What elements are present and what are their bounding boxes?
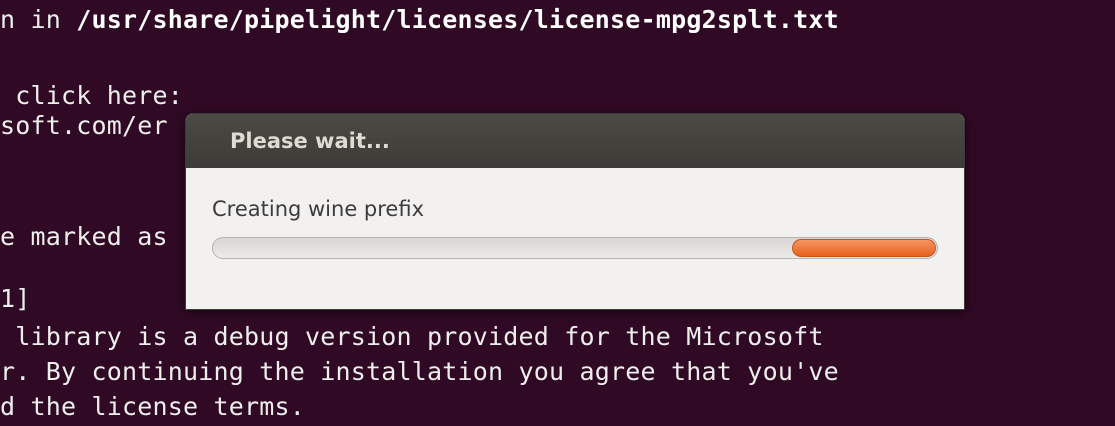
terminal-line: click here: [0, 81, 184, 110]
dialog-body: Creating wine prefix [186, 168, 964, 309]
dialog-message: Creating wine prefix [212, 197, 424, 221]
terminal-line: d the license terms. [0, 392, 306, 421]
please-wait-dialog: Please wait... Creating wine prefix [185, 113, 965, 310]
terminal-line: n in /usr/share/pipelight/licenses/licen… [0, 5, 839, 35]
terminal-line: r. By continuing the installation you ag… [0, 357, 839, 386]
terminal-line: 1] [0, 284, 31, 313]
terminal-line: library is a debug version provided for … [0, 322, 824, 351]
terminal-line: e marked as [0, 222, 168, 251]
terminal-url-line: soft.com/er [0, 111, 168, 140]
license-path: /usr/share/pipelight/licenses/license-mp… [76, 5, 839, 34]
progress-bar [212, 237, 938, 259]
terminal-text: n in [0, 5, 77, 34]
dialog-title: Please wait... [230, 129, 390, 153]
dialog-titlebar[interactable]: Please wait... [186, 114, 964, 168]
progress-pulse [792, 239, 936, 257]
